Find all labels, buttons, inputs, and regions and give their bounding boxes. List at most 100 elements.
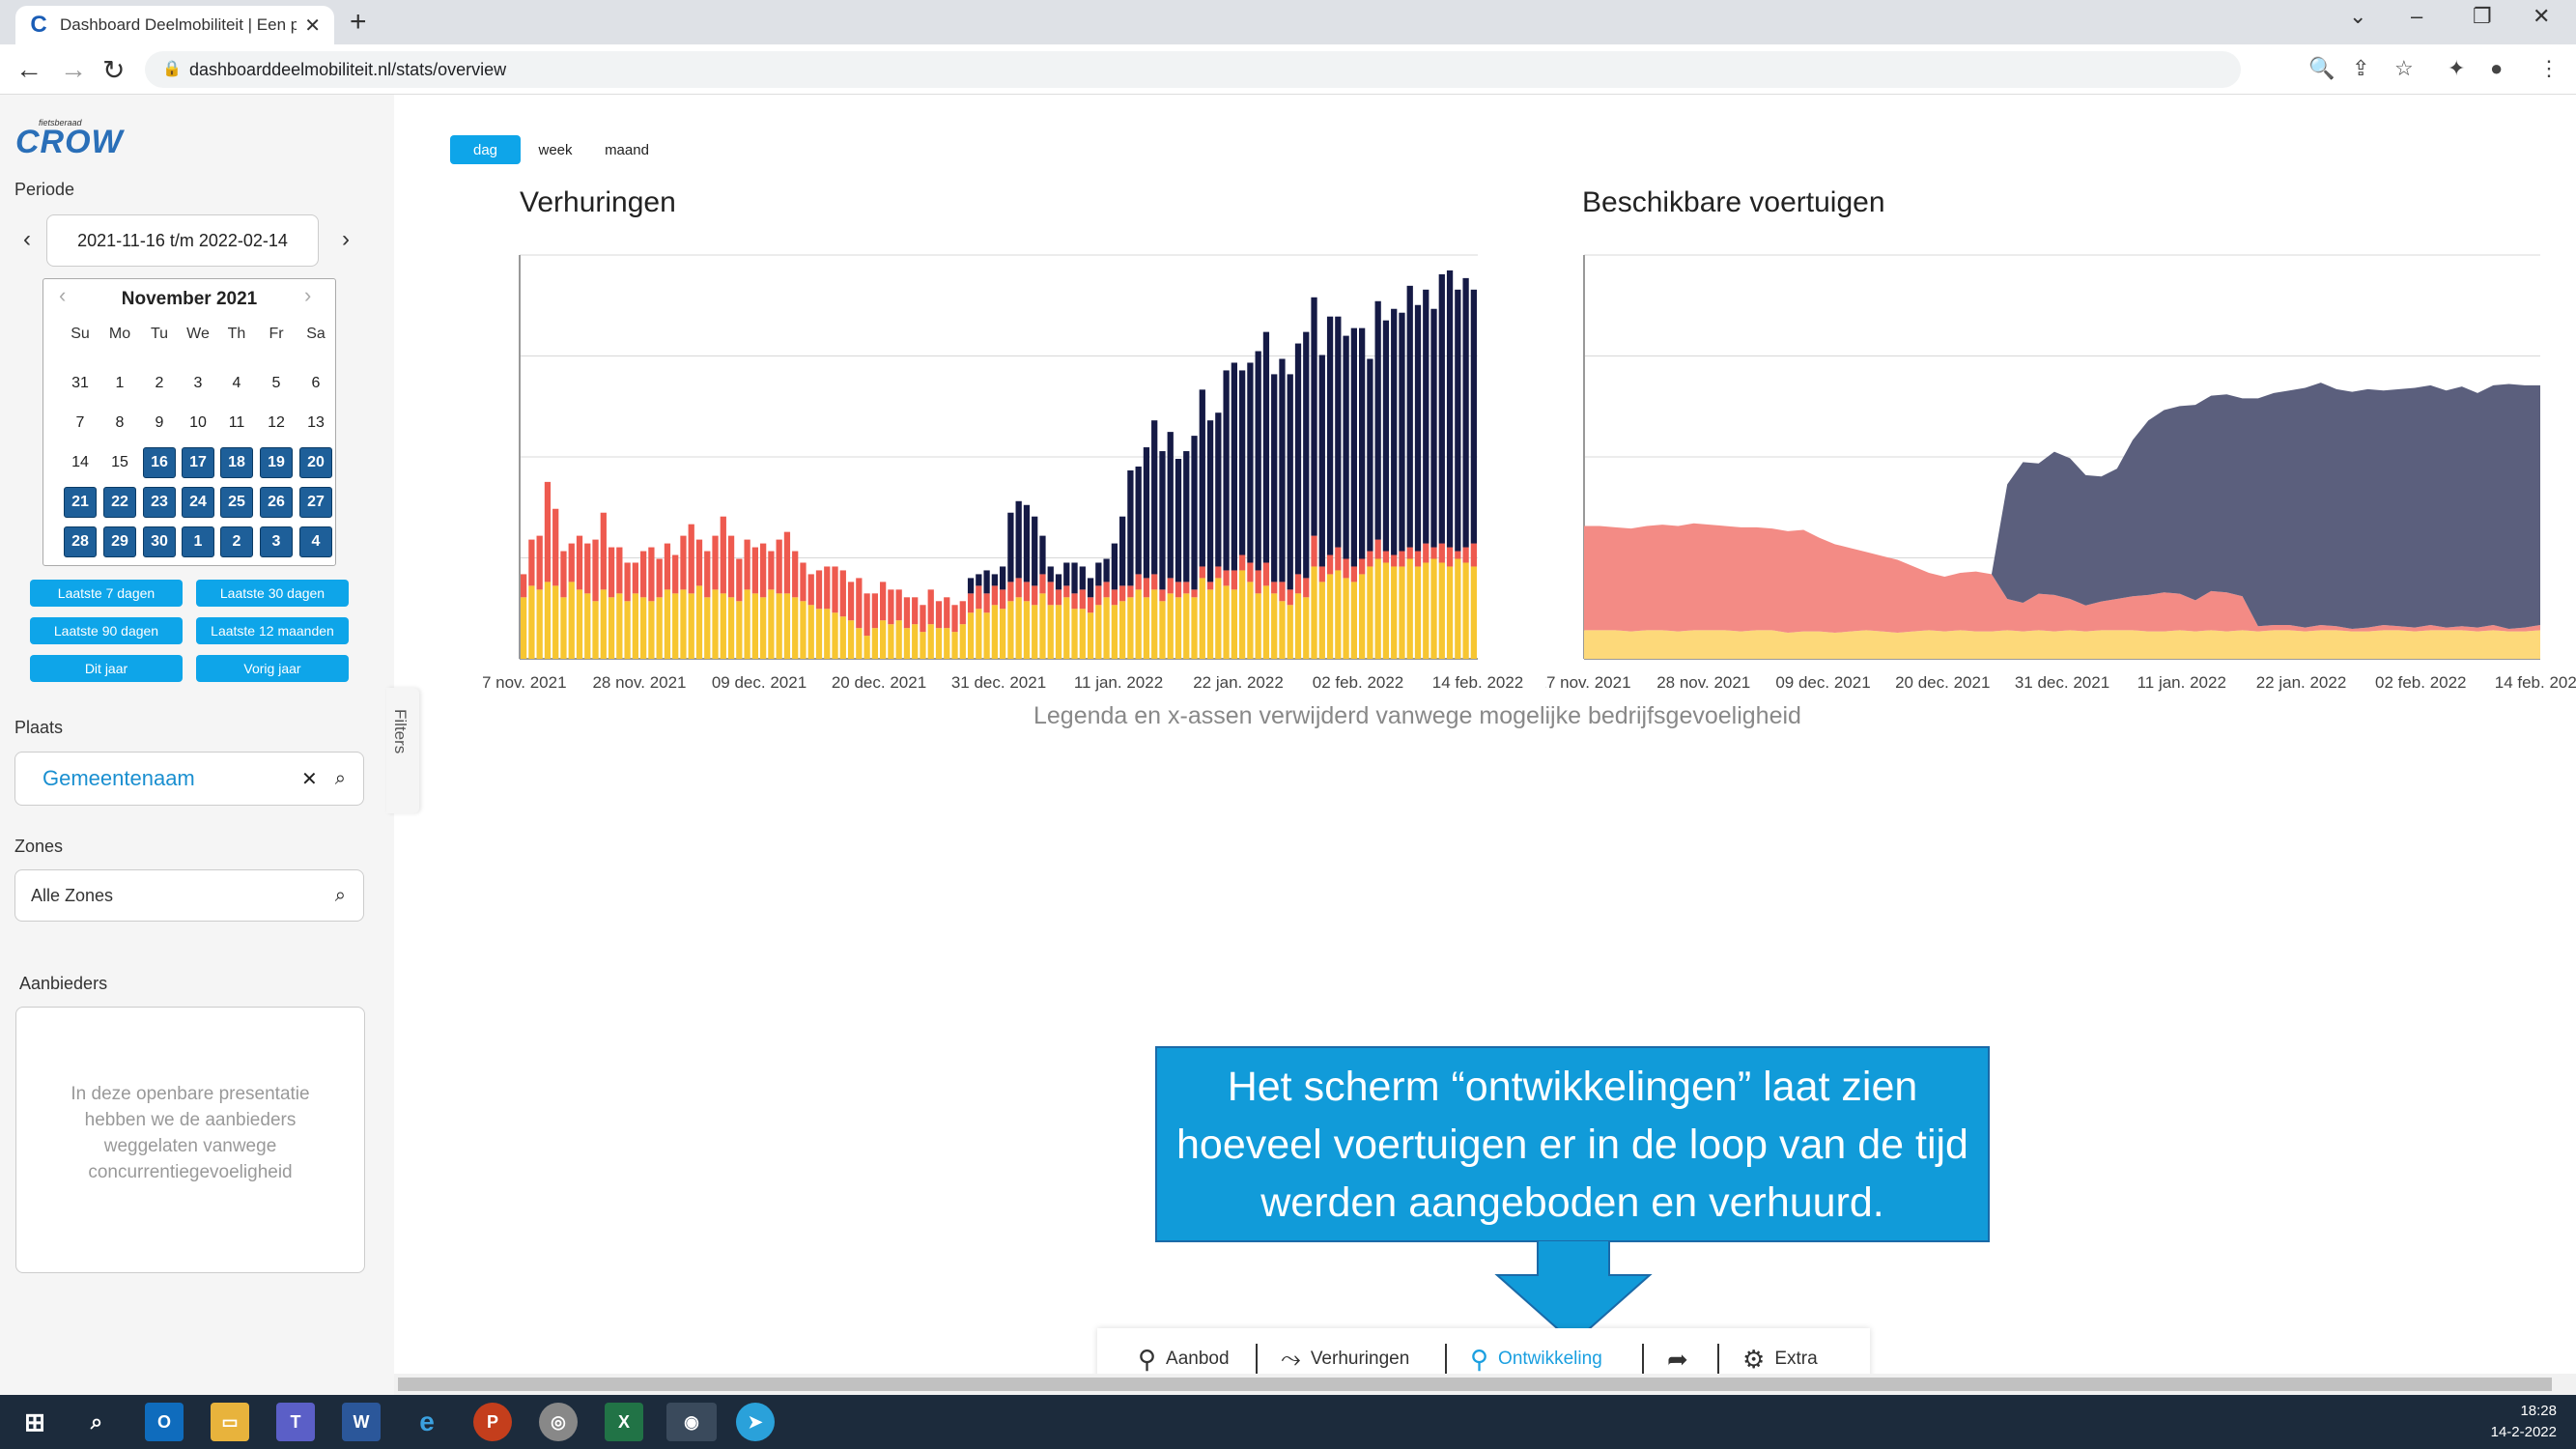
calendar-day[interactable]: 4 — [299, 526, 332, 557]
toggle-month[interactable]: maand — [594, 135, 660, 164]
calendar-day[interactable]: 28 — [64, 526, 97, 557]
calendar-day[interactable]: 7 — [64, 408, 97, 439]
powerpoint-icon[interactable]: P — [473, 1403, 512, 1441]
close-window-icon[interactable]: ✕ — [2533, 4, 2550, 29]
url-field[interactable]: 🔒 dashboarddeelmobiliteit.nl/stats/overv… — [145, 51, 2241, 88]
calendar-day[interactable]: 2 — [143, 368, 176, 399]
bar-segment — [1455, 289, 1461, 552]
bar-segment — [1071, 609, 1078, 659]
calendar-day[interactable]: 6 — [299, 368, 332, 399]
excel-icon[interactable]: X — [605, 1403, 643, 1441]
calendar-day[interactable]: 11 — [220, 408, 253, 439]
bar-segment — [888, 589, 894, 625]
file-explorer-icon[interactable]: ▭ — [211, 1403, 249, 1441]
toggle-day[interactable]: dag — [450, 135, 521, 164]
browser-tab[interactable]: C Dashboard Deelmobiliteit | Een p ✕ — [15, 6, 334, 44]
calendar-day[interactable]: 12 — [260, 408, 293, 439]
scrollbar-thumb[interactable] — [398, 1378, 2552, 1391]
calendar-day[interactable]: 5 — [260, 368, 293, 399]
profile-icon[interactable]: ● — [2490, 56, 2503, 81]
horizontal-scrollbar[interactable] — [394, 1374, 2576, 1395]
calendar-day[interactable]: 3 — [182, 368, 214, 399]
search-icon[interactable]: ⌕ — [335, 768, 346, 790]
bar-segment — [807, 574, 814, 606]
outlook-icon[interactable]: O — [145, 1403, 184, 1441]
word-icon[interactable]: W — [342, 1403, 381, 1441]
nav-divider — [1445, 1344, 1447, 1375]
calendar-day[interactable]: 2 — [220, 526, 253, 557]
calendar-day[interactable]: 1 — [103, 368, 136, 399]
reload-icon[interactable]: ↻ — [102, 54, 125, 86]
tab-title: Dashboard Deelmobiliteit | Een p — [60, 15, 297, 34]
calendar-day[interactable]: 14 — [64, 447, 97, 478]
chrome-icon[interactable]: ◉ — [666, 1403, 717, 1441]
minimize-icon[interactable]: – — [2411, 4, 2422, 29]
calendar-day[interactable]: 24 — [182, 487, 214, 518]
teams-icon[interactable]: T — [276, 1403, 315, 1441]
edge-legacy-icon[interactable]: e — [408, 1403, 446, 1441]
calendar-day[interactable]: 20 — [299, 447, 332, 478]
telegram-icon[interactable]: ➤ — [736, 1403, 775, 1441]
period-next-icon[interactable]: › — [342, 226, 350, 253]
zones-search-icon[interactable]: ⌕ — [335, 885, 346, 907]
zones-select[interactable]: Alle Zones ⌕ — [14, 869, 364, 922]
calendar-day[interactable]: 31 — [64, 368, 97, 399]
clear-icon[interactable]: ✕ — [301, 767, 318, 791]
place-search-input[interactable]: Gemeentenaam ✕ ⌕ — [14, 752, 364, 806]
new-tab-icon[interactable]: + — [350, 6, 367, 39]
calendar-day[interactable]: 17 — [182, 447, 214, 478]
toggle-week[interactable]: week — [526, 135, 584, 164]
bar-segment — [951, 605, 958, 633]
calendar-day[interactable]: 19 — [260, 447, 293, 478]
calendar-day[interactable]: 8 — [103, 408, 136, 439]
calendar-day[interactable]: 30 — [143, 526, 176, 557]
calendar-day[interactable]: 27 — [299, 487, 332, 518]
filters-toggle-tab[interactable]: Filters — [386, 688, 419, 813]
calendar-day[interactable]: 13 — [299, 408, 332, 439]
windows-start-icon[interactable]: ⊞ — [15, 1403, 54, 1441]
calendar-day[interactable]: 3 — [260, 526, 293, 557]
bar-segment — [856, 628, 863, 659]
taskbar-search-icon[interactable]: ⌕ — [77, 1403, 116, 1441]
calendar-dow: Mo — [108, 326, 131, 342]
last-30-days-button[interactable]: Laatste 30 dagen — [196, 580, 349, 607]
menu-icon[interactable]: ⋮ — [2538, 56, 2560, 81]
calendar-day[interactable]: 21 — [64, 487, 97, 518]
extensions-icon[interactable]: ✦ — [2448, 56, 2465, 81]
close-tab-icon[interactable]: ✕ — [304, 14, 321, 38]
calendar-day[interactable]: 16 — [143, 447, 176, 478]
calendar-day[interactable]: 22 — [103, 487, 136, 518]
calendar-day[interactable]: 25 — [220, 487, 253, 518]
calendar-day[interactable]: 9 — [143, 408, 176, 439]
calendar-day[interactable]: 29 — [103, 526, 136, 557]
last-7-days-button[interactable]: Laatste 7 dagen — [30, 580, 183, 607]
calendar-day[interactable]: 1 — [182, 526, 214, 557]
tab-search-icon[interactable]: ⌄ — [2349, 4, 2366, 29]
last-year-button[interactable]: Vorig jaar — [196, 655, 349, 682]
bookmark-star-icon[interactable]: ☆ — [2394, 56, 2414, 81]
last-90-days-button[interactable]: Laatste 90 dagen — [30, 617, 183, 644]
zoom-icon[interactable]: 🔍 — [2308, 56, 2335, 81]
bar-segment — [528, 539, 535, 586]
back-icon[interactable]: ← — [15, 54, 42, 85]
calendar-day[interactable]: 18 — [220, 447, 253, 478]
bar-segment — [1423, 543, 1430, 563]
calendar-next-icon[interactable]: › — [304, 283, 311, 308]
calendar-day[interactable]: 26 — [260, 487, 293, 518]
calendar-day[interactable]: 15 — [103, 447, 136, 478]
period-field[interactable]: 2021-11-16 t/m 2022-02-14 — [46, 214, 319, 267]
this-year-button[interactable]: Dit jaar — [30, 655, 183, 682]
app-icon[interactable]: ◎ — [539, 1403, 578, 1441]
calendar-day[interactable]: 4 — [220, 368, 253, 399]
restore-icon[interactable]: ❐ — [2473, 4, 2492, 29]
forward-icon[interactable]: → — [60, 54, 87, 85]
last-12-months-button[interactable]: Laatste 12 maanden — [196, 617, 349, 644]
x-tick-label: 11 jan. 2022 — [1074, 673, 1163, 692]
period-prev-icon[interactable]: ‹ — [23, 226, 31, 253]
calendar-day[interactable]: 23 — [143, 487, 176, 518]
bar-segment — [560, 551, 567, 598]
calendar-day[interactable]: 10 — [182, 408, 214, 439]
bar-segment — [1215, 412, 1222, 567]
bar-segment — [695, 539, 703, 586]
share-icon[interactable]: ⇪ — [2352, 56, 2369, 81]
